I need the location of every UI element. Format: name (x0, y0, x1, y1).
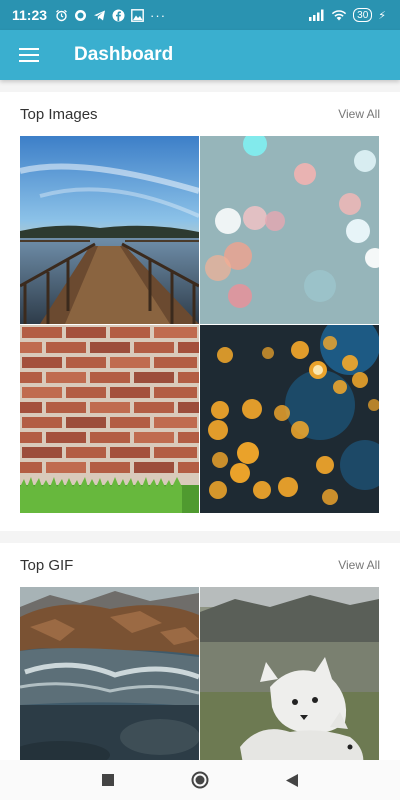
battery-indicator: 30 (353, 8, 373, 22)
section-title: Top GIF (20, 556, 74, 574)
recents-square-icon (102, 774, 114, 786)
view-all-images-link[interactable]: View All (338, 107, 380, 121)
system-nav-bar (0, 760, 400, 800)
gif-tile-river-rocks[interactable] (20, 587, 199, 760)
home-circle-icon (191, 771, 209, 789)
menu-button[interactable] (0, 30, 58, 80)
gif-tile-white-wolves[interactable] (200, 587, 379, 760)
alarm-icon (55, 9, 68, 22)
top-images-section: Top Images View All (0, 92, 400, 531)
charging-icon: ⚡ (378, 9, 386, 22)
view-all-gif-link[interactable]: View All (338, 558, 380, 572)
wifi-icon (331, 9, 347, 22)
dashboard-content[interactable]: Top Images View All Top GIF View All (0, 80, 400, 760)
app-bar: Dashboard (0, 30, 400, 80)
home-button[interactable] (190, 770, 210, 790)
image-tile-bokeh-gold[interactable] (200, 325, 379, 513)
page-title: Dashboard (74, 44, 174, 65)
section-title: Top Images (20, 105, 98, 123)
facebook-icon (112, 9, 125, 22)
gallery-icon (131, 8, 144, 22)
signal-icon (309, 9, 325, 22)
image-tile-pier-sunset[interactable] (20, 136, 199, 324)
top-gif-section: Top GIF View All (0, 543, 400, 760)
status-time: 11:23 (12, 7, 48, 23)
telegram-icon (93, 9, 106, 22)
more-dots-icon: ··· (150, 7, 167, 23)
image-tile-brick-wall-grass[interactable] (20, 325, 199, 513)
image-tile-bokeh-teal[interactable] (200, 136, 379, 324)
hamburger-icon (19, 48, 39, 62)
battery-level: 30 (357, 9, 369, 21)
back-triangle-icon (285, 773, 298, 787)
recents-button[interactable] (98, 770, 118, 790)
status-bar: 11:23 ··· 30 ⚡ (0, 0, 400, 30)
cast-icon (74, 9, 87, 22)
back-button[interactable] (282, 770, 302, 790)
